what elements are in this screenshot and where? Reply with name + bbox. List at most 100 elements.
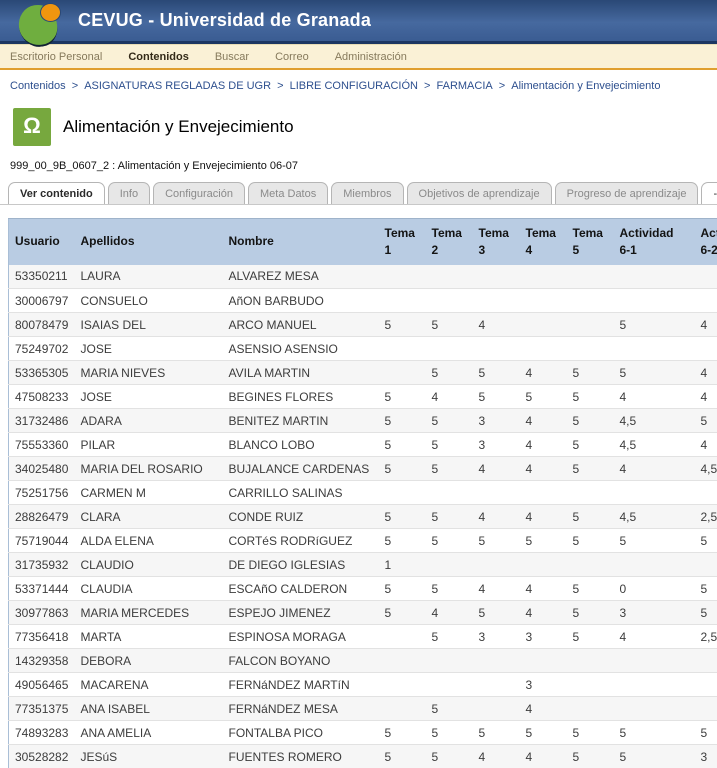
cell-grade (473, 289, 520, 313)
cell-grade (567, 265, 614, 289)
column-header-tema-3[interactable]: Tema3 (473, 219, 520, 265)
cell-grade (695, 553, 717, 577)
cell-grade: 5 (614, 313, 695, 337)
cell-grade: 5 (379, 601, 426, 625)
cell-grade: 5 (379, 457, 426, 481)
column-header-nombre[interactable]: Nombre (223, 219, 379, 265)
tab-configuraci-n[interactable]: Configuración (153, 182, 245, 204)
cell-grade (614, 673, 695, 697)
cell-usuario: 77351375 (9, 697, 75, 721)
cell-grade (379, 265, 426, 289)
cell-grade (614, 289, 695, 313)
cell-grade: 5 (567, 433, 614, 457)
cell-usuario: 53371444 (9, 577, 75, 601)
tab-objetivos-de-aprendizaje[interactable]: Objetivos de aprendizaje (407, 182, 552, 204)
breadcrumb-item-asignaturas-regladas-de-ugr[interactable]: ASIGNATURAS REGLADAS DE UGR (84, 80, 271, 92)
cell-grade: 5 (379, 409, 426, 433)
cell-grade: 5 (426, 721, 473, 745)
cell-usuario: 75553360 (9, 433, 75, 457)
cell-grade: 5 (567, 409, 614, 433)
cell-grade (426, 673, 473, 697)
cell-grade: 3 (473, 625, 520, 649)
cell-grade: 4 (520, 601, 567, 625)
column-header-tema-5[interactable]: Tema5 (567, 219, 614, 265)
cell-grade: 5 (379, 577, 426, 601)
column-header-tema-2[interactable]: Tema2 (426, 219, 473, 265)
tab-bar: Ver contenidoInfoConfiguraciónMeta Datos… (0, 174, 717, 205)
breadcrumb-item-contenidos[interactable]: Contenidos (10, 80, 66, 92)
cell-grade (567, 337, 614, 361)
cell-grade: 5 (567, 577, 614, 601)
cell-grade: 5 (473, 385, 520, 409)
cell-grade: 2,5 (695, 625, 717, 649)
cell-grade (426, 553, 473, 577)
column-sublabel: 6-1 (620, 242, 695, 259)
column-label: Tema (385, 225, 426, 242)
cell-grade: 5 (426, 745, 473, 768)
cell-grade: 5 (426, 313, 473, 337)
nav-item-contenidos[interactable]: Contenidos (128, 51, 189, 63)
cell-grade (567, 313, 614, 337)
cell-apellidos: MACARENA (75, 673, 223, 697)
cell-nombre: AVILA MARTIN (223, 361, 379, 385)
column-header-actividad-6-1[interactable]: Actividad6-1 (614, 219, 695, 265)
cell-grade: 5 (379, 529, 426, 553)
cell-nombre: ASENSIO ASENSIO (223, 337, 379, 361)
cell-grade: 4 (473, 577, 520, 601)
cell-grade (567, 697, 614, 721)
nav-item-escritorio-personal[interactable]: Escritorio Personal (10, 51, 102, 63)
nav-item-correo[interactable]: Correo (275, 51, 309, 63)
tab-ver-contenido[interactable]: Ver contenido (8, 182, 105, 204)
table-row: 30006797CONSUELOAñON BARBUDO (9, 289, 717, 313)
breadcrumb: Contenidos > ASIGNATURAS REGLADAS DE UGR… (0, 70, 717, 100)
table-row: 75719044ALDA ELENACORTéS RODRíGUEZ555555… (9, 529, 717, 553)
cell-apellidos: CLAUDIO (75, 553, 223, 577)
tab-miembros[interactable]: Miembros (331, 182, 403, 204)
cell-apellidos: CLAUDIA (75, 577, 223, 601)
column-label: Tema (432, 225, 473, 242)
cell-grade: 4 (520, 505, 567, 529)
cell-grade: 5 (473, 361, 520, 385)
tab-meta-datos[interactable]: Meta Datos (248, 182, 328, 204)
cell-grade: 5 (614, 745, 695, 768)
cell-grade: 5 (379, 313, 426, 337)
cell-grade: 5 (379, 505, 426, 529)
tab-progreso-de-aprendizaje[interactable]: Progreso de aprendizaje (555, 182, 699, 204)
cell-grade (695, 481, 717, 505)
cell-grade: 5 (426, 625, 473, 649)
cell-usuario: 75719044 (9, 529, 75, 553)
column-label: Tema (526, 225, 567, 242)
nav-item-administraci-n[interactable]: Administración (335, 51, 407, 63)
column-label: Actividad (620, 225, 695, 242)
breadcrumb-item-libre-configuraci-n[interactable]: LIBRE CONFIGURACIÓN (290, 80, 418, 92)
cell-grade (520, 265, 567, 289)
cell-nombre: BLANCO LOBO (223, 433, 379, 457)
column-header-tema-4[interactable]: Tema4 (520, 219, 567, 265)
cell-nombre: CORTéS RODRíGUEZ (223, 529, 379, 553)
column-header-apellidos[interactable]: Apellidos (75, 219, 223, 265)
cell-usuario: 53365305 (9, 361, 75, 385)
column-header-actividad-6-2[interactable]: Actividad6-2 (695, 219, 717, 265)
breadcrumb-item-alimentaci-n-y-envejecimiento[interactable]: Alimentación y Envejecimiento (511, 80, 660, 92)
cell-grade (614, 337, 695, 361)
cell-apellidos: JESúS (75, 745, 223, 768)
course-header: Ω Alimentación y Envejecimiento (0, 100, 717, 148)
cell-nombre: BENITEZ MARTIN (223, 409, 379, 433)
tab-exercise-tracking[interactable]: -exercise_tracking- (701, 182, 717, 204)
main-menu-bar: Escritorio Personal Contenidos Buscar Corre… (0, 44, 717, 70)
cell-grade: 5 (614, 361, 695, 385)
omega-glyph: Ω (23, 115, 41, 137)
nav-item-buscar[interactable]: Buscar (215, 51, 249, 63)
cell-nombre: ALVAREZ MESA (223, 265, 379, 289)
cell-grade: 3 (473, 433, 520, 457)
cell-grade (379, 697, 426, 721)
cell-grade (567, 481, 614, 505)
column-header-tema-1[interactable]: Tema1 (379, 219, 426, 265)
tab-info[interactable]: Info (108, 182, 150, 204)
cell-grade (614, 265, 695, 289)
column-header-usuario[interactable]: Usuario (9, 219, 75, 265)
cell-grade (426, 265, 473, 289)
breadcrumb-item-farmacia[interactable]: FARMACIA (437, 80, 493, 92)
breadcrumb-separator: > (418, 80, 437, 92)
cell-nombre: ESCAñO CALDERON (223, 577, 379, 601)
